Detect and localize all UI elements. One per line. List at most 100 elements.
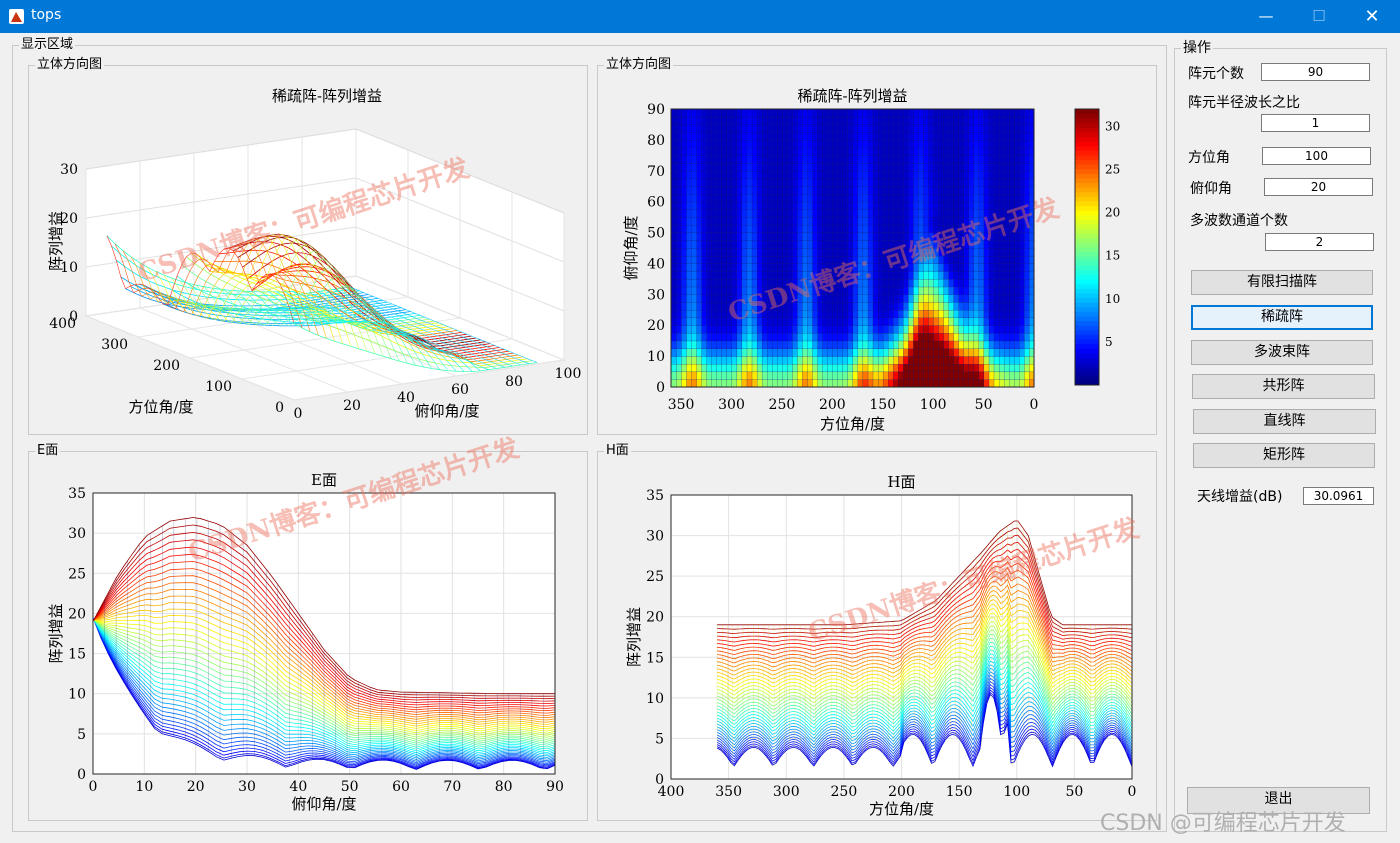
heatmap-cell bbox=[721, 371, 727, 380]
heatmap-cell bbox=[701, 348, 707, 357]
heatmap-cell bbox=[827, 317, 833, 326]
surface3d-chart[interactable]: 0 20 40 60 80 10001002003004000102030稀疏阵-阵列增益… bbox=[29, 66, 587, 434]
heatmap-cell bbox=[902, 170, 909, 180]
heatmap-cell bbox=[756, 255, 763, 264]
heatmap-cell bbox=[1003, 116, 1010, 125]
element-count-input[interactable]: 90 bbox=[1261, 63, 1370, 81]
heatmap-cell bbox=[726, 201, 733, 210]
heatmap-cell bbox=[801, 301, 808, 311]
heatmap-cell bbox=[877, 108, 884, 118]
heatmap-cell bbox=[796, 240, 803, 249]
x-tick-label: 250 bbox=[831, 784, 858, 800]
heatmap-cell bbox=[751, 209, 758, 218]
heatmap-cell bbox=[978, 271, 985, 280]
heatmap-cell bbox=[812, 278, 818, 288]
heatmap-cell bbox=[988, 170, 995, 180]
heatmap-cell bbox=[756, 178, 763, 187]
heatmap-cell bbox=[963, 170, 969, 180]
heatmap-cell bbox=[882, 108, 889, 118]
heatmap-cell bbox=[968, 271, 975, 280]
heatmap-cell bbox=[786, 240, 793, 249]
heatmap-cell bbox=[1013, 301, 1020, 311]
linear-array-button[interactable]: 直线阵 bbox=[1193, 409, 1376, 434]
heatmap-cell bbox=[731, 301, 738, 311]
heatmap-cell bbox=[948, 255, 954, 264]
window-titlebar[interactable]: tops — ☐ ✕ bbox=[0, 0, 1400, 33]
heatmap-cell bbox=[897, 155, 904, 164]
e-plane-chart[interactable]: 0 10 20 30 40 50 60 70 80 9005101520253035E面俯仰角/度… bbox=[29, 452, 587, 820]
conformal-array-button[interactable]: 共形阵 bbox=[1192, 374, 1375, 399]
heatmap-cell bbox=[1013, 240, 1020, 249]
heatmap-cell bbox=[731, 263, 738, 272]
heatmap-cell bbox=[701, 363, 707, 373]
heatmap-cell bbox=[1003, 371, 1010, 380]
heatmap-cell bbox=[978, 379, 985, 388]
radius-ratio-input[interactable]: 1 bbox=[1261, 114, 1370, 132]
multibeam-array-button[interactable]: 多波束阵 bbox=[1191, 340, 1373, 365]
heatmap-cell bbox=[938, 371, 944, 380]
heatmap-cell bbox=[927, 309, 934, 319]
heatmap-cell bbox=[806, 271, 813, 280]
maximize-button[interactable]: ☐ bbox=[1296, 0, 1342, 33]
heatmap-cell bbox=[1018, 286, 1025, 295]
heatmap-cell bbox=[968, 348, 975, 357]
heatmap-cell bbox=[968, 132, 975, 141]
heatmap-cell bbox=[781, 232, 788, 241]
h-plane-chart[interactable]: 400 350 300 250 200 150 100 50 005101520253035H面… bbox=[598, 452, 1156, 820]
y-tick-label: 30 bbox=[68, 526, 86, 542]
heatmap-cell bbox=[675, 286, 682, 295]
heatmap-cell bbox=[862, 332, 869, 342]
heatmap-cell bbox=[670, 271, 677, 280]
heatmap-cell bbox=[907, 232, 914, 241]
heatmap-cell bbox=[736, 294, 743, 303]
rectangular-array-button[interactable]: 矩形阵 bbox=[1193, 443, 1375, 468]
heatmap-cell bbox=[776, 170, 783, 180]
heatmap-cell bbox=[872, 155, 879, 164]
heatmap-cell bbox=[872, 201, 879, 210]
z-tick-label: 0 bbox=[69, 309, 78, 325]
heatmap-cell bbox=[857, 178, 864, 187]
heatmap-cell bbox=[847, 271, 854, 280]
x-tick-label: 50 bbox=[1065, 784, 1083, 800]
heatmap-cell bbox=[948, 286, 954, 295]
heatmap-cell bbox=[857, 216, 864, 226]
heatmap-cell bbox=[736, 371, 743, 380]
heatmap-cell bbox=[927, 278, 934, 288]
heatmap-cell bbox=[988, 193, 995, 203]
heatmap-cell bbox=[938, 147, 944, 156]
heatmap-cell bbox=[675, 263, 682, 272]
heatmap-cell bbox=[963, 147, 969, 156]
limited-scan-array-button[interactable]: 有限扫描阵 bbox=[1191, 270, 1373, 295]
heatmap-cell bbox=[786, 325, 793, 334]
azimuth-input[interactable]: 100 bbox=[1262, 147, 1371, 165]
heatmap-cell bbox=[786, 340, 793, 349]
beam-channels-input[interactable]: 2 bbox=[1265, 233, 1374, 251]
heatmap-cell bbox=[685, 240, 692, 249]
heatmap-cell bbox=[832, 132, 838, 141]
heatmap-cell bbox=[943, 209, 949, 218]
heatmap-cell bbox=[887, 209, 894, 218]
close-button[interactable]: ✕ bbox=[1349, 0, 1395, 33]
sparse-array-button[interactable]: 稀疏阵 bbox=[1191, 305, 1373, 330]
heatmap-cell bbox=[696, 186, 702, 195]
heatmap-cell bbox=[791, 286, 798, 295]
elevation-input[interactable]: 20 bbox=[1264, 178, 1373, 196]
heatmap-cell bbox=[731, 294, 738, 303]
heatmap-cell bbox=[988, 139, 995, 149]
heatmap-cell bbox=[726, 317, 733, 326]
heatmap-cell bbox=[685, 193, 692, 203]
heatmap-cell bbox=[973, 170, 980, 180]
colorbar-segment bbox=[1075, 306, 1099, 312]
heatmap-cell bbox=[1003, 294, 1010, 303]
heatmap-cell bbox=[685, 309, 692, 319]
heatmap-cell bbox=[917, 139, 924, 149]
colorbar-segment bbox=[1075, 191, 1099, 197]
heatmap-cell bbox=[691, 147, 697, 156]
heatmap-cell bbox=[822, 201, 828, 210]
minimize-button[interactable]: — bbox=[1243, 0, 1289, 33]
heatmap-chart[interactable]: 350 300 250 200 150 100 50 00102030405060708090… bbox=[598, 66, 1156, 434]
heatmap-cell bbox=[922, 178, 929, 187]
heatmap-cell bbox=[1003, 240, 1010, 249]
heatmap-cell bbox=[726, 309, 733, 319]
heatmap-cell bbox=[771, 201, 778, 210]
